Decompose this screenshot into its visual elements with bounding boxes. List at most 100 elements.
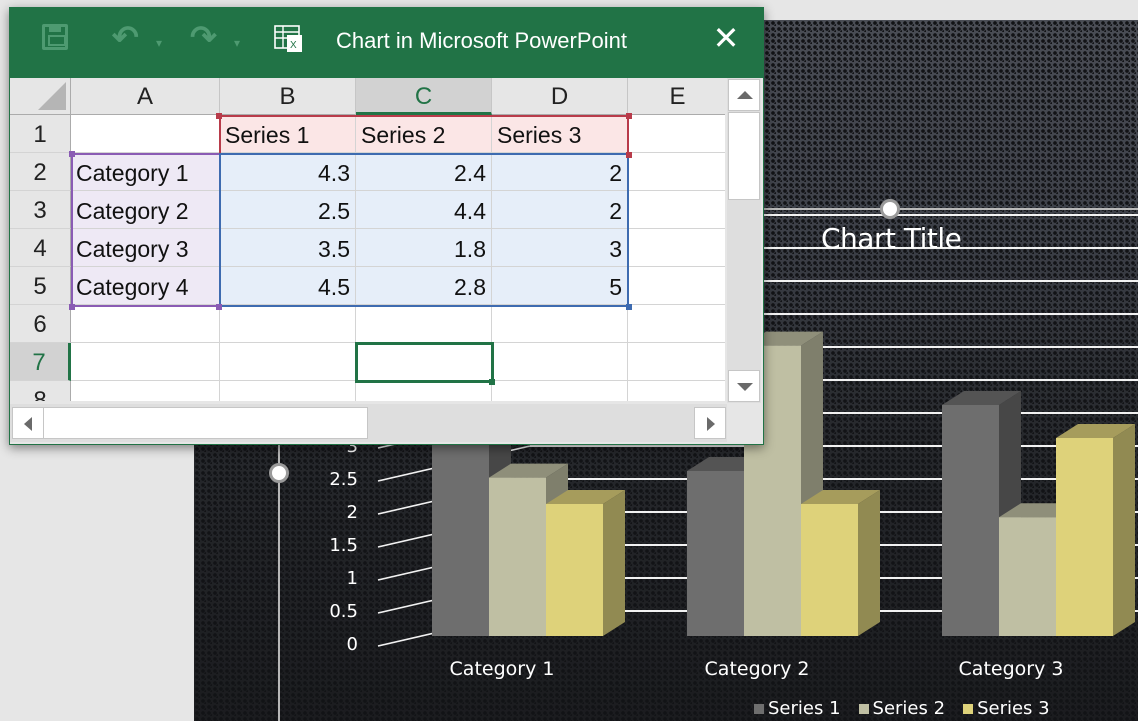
- range-handle[interactable]: [626, 152, 632, 158]
- chart-selection-border-top: [764, 208, 1138, 210]
- scroll-left-button[interactable]: [12, 407, 44, 439]
- cell-a3[interactable]: Category 2: [71, 191, 220, 229]
- column-header-b[interactable]: B: [220, 78, 356, 115]
- row-header-5[interactable]: 5: [10, 267, 71, 305]
- cell-c6[interactable]: [356, 305, 492, 343]
- cell-c2[interactable]: 2.4: [356, 153, 492, 191]
- cell-d1[interactable]: Series 3: [492, 115, 628, 153]
- cell-a4[interactable]: Category 3: [71, 229, 220, 267]
- cell-e5[interactable]: [628, 267, 725, 305]
- category-label: Category 3: [958, 658, 1064, 680]
- cell-b4[interactable]: 3.5: [220, 229, 356, 267]
- row-header-7[interactable]: 7: [10, 343, 71, 381]
- cell-a8[interactable]: [71, 381, 220, 401]
- bar-series-1-category-2: [687, 471, 744, 636]
- legend-item-series-2[interactable]: Series 2: [858, 698, 945, 719]
- range-handle[interactable]: [69, 151, 75, 157]
- cell-d5[interactable]: 5: [492, 267, 628, 305]
- cell-b2[interactable]: 4.3: [220, 153, 356, 191]
- cell-d8[interactable]: [492, 381, 628, 401]
- svg-text:X: X: [290, 40, 297, 51]
- select-all-button[interactable]: [10, 78, 71, 115]
- column-header-c[interactable]: C: [356, 78, 492, 115]
- bar-side-series-3: [858, 490, 880, 636]
- column-header-a[interactable]: A: [71, 78, 220, 115]
- row-header-6[interactable]: 6: [10, 305, 71, 343]
- row-header-2[interactable]: 2: [10, 153, 71, 191]
- undo-icon[interactable]: ↶: [112, 21, 139, 53]
- bar-series-1-category-3: [942, 405, 999, 636]
- cell-e8[interactable]: [628, 381, 725, 401]
- legend-item-series-1[interactable]: Series 1: [754, 698, 841, 719]
- column-header-e[interactable]: E: [628, 78, 725, 115]
- cell-d7[interactable]: [492, 343, 628, 381]
- cell-c1[interactable]: Series 2: [356, 115, 492, 153]
- cell-e1[interactable]: [628, 115, 725, 153]
- save-icon[interactable]: [42, 24, 68, 50]
- chart-title[interactable]: Chart Title: [821, 222, 962, 255]
- spreadsheet-grid[interactable]: A B C D E 1 2 3 4 5 6 7 8 Series 1 Series 2 Series 3 Cat…: [10, 78, 725, 401]
- row-header-4[interactable]: 4: [10, 229, 71, 267]
- cell-b3[interactable]: 2.5: [220, 191, 356, 229]
- redo-dropdown-icon[interactable]: ▾: [234, 28, 240, 58]
- chart-resize-handle-top[interactable]: [880, 199, 900, 219]
- cell-b5[interactable]: 4.5: [220, 267, 356, 305]
- range-handle[interactable]: [216, 304, 222, 310]
- range-handle[interactable]: [69, 304, 75, 310]
- cell-c4[interactable]: 1.8: [356, 229, 492, 267]
- excel-sheet-icon[interactable]: X: [274, 25, 304, 53]
- arrow-up-icon: [737, 91, 753, 99]
- redo-icon[interactable]: ↷: [190, 21, 217, 53]
- chart-resize-handle-left[interactable]: [269, 463, 289, 483]
- range-handle[interactable]: [216, 113, 222, 119]
- close-button[interactable]: ✕: [706, 18, 746, 58]
- vertical-scroll-thumb[interactable]: [728, 112, 760, 200]
- cell-d6[interactable]: [492, 305, 628, 343]
- cell-c7[interactable]: [356, 343, 492, 381]
- cell-a5[interactable]: Category 4: [71, 267, 220, 305]
- y-tick-label: 2.5: [329, 469, 358, 490]
- cell-a7[interactable]: [71, 343, 220, 381]
- row-header-1[interactable]: 1: [10, 115, 71, 153]
- scroll-right-button[interactable]: [694, 407, 726, 439]
- legend-swatch: [754, 703, 764, 714]
- bar-side-series-3: [603, 490, 625, 636]
- row-header-3[interactable]: 3: [10, 191, 71, 229]
- cell-c5[interactable]: 2.8: [356, 267, 492, 305]
- vertical-scrollbar[interactable]: [727, 78, 761, 403]
- cell-c8[interactable]: [356, 381, 492, 401]
- horizontal-scroll-thumb[interactable]: [43, 407, 368, 439]
- cell-a2[interactable]: Category 1: [71, 153, 220, 191]
- horizontal-scrollbar[interactable]: [10, 404, 727, 442]
- cell-b8[interactable]: [220, 381, 356, 401]
- cell-e3[interactable]: [628, 191, 725, 229]
- range-handle[interactable]: [489, 379, 495, 385]
- range-handle[interactable]: [626, 113, 632, 119]
- range-handle[interactable]: [626, 304, 632, 310]
- column-header-d[interactable]: D: [492, 78, 628, 115]
- row-header-8[interactable]: 8: [10, 381, 71, 401]
- cell-b7[interactable]: [220, 343, 356, 381]
- cell-d2[interactable]: 2: [492, 153, 628, 191]
- arrow-down-icon: [737, 383, 753, 391]
- undo-dropdown-icon[interactable]: ▾: [156, 28, 162, 58]
- cell-a6[interactable]: [71, 305, 220, 343]
- bar-series-2-category-3: [999, 517, 1056, 636]
- window-title: Chart in Microsoft PowerPoint: [336, 28, 627, 53]
- window-titlebar[interactable]: ↶ ▾ ↷ ▾ X Chart in Microsoft PowerPoint …: [10, 8, 763, 78]
- cell-e2[interactable]: [628, 153, 725, 191]
- legend-item-series-3[interactable]: Series 3: [963, 698, 1050, 719]
- cell-b1[interactable]: Series 1: [220, 115, 356, 153]
- cell-e4[interactable]: [628, 229, 725, 267]
- cell-e6[interactable]: [628, 305, 725, 343]
- scroll-up-button[interactable]: [728, 79, 760, 111]
- cell-c3[interactable]: 4.4: [356, 191, 492, 229]
- chart-legend[interactable]: Series 1 Series 2 Series 3: [754, 698, 1050, 719]
- cell-b6[interactable]: [220, 305, 356, 343]
- cell-d3[interactable]: 2: [492, 191, 628, 229]
- cell-a1[interactable]: [71, 115, 220, 153]
- cell-e7[interactable]: [628, 343, 725, 381]
- cell-d4[interactable]: 3: [492, 229, 628, 267]
- screen: Chart Title 0 0.5 1 1.5 2 2.5 3 Category 1 Cate…: [0, 0, 1138, 721]
- scroll-down-button[interactable]: [728, 370, 760, 402]
